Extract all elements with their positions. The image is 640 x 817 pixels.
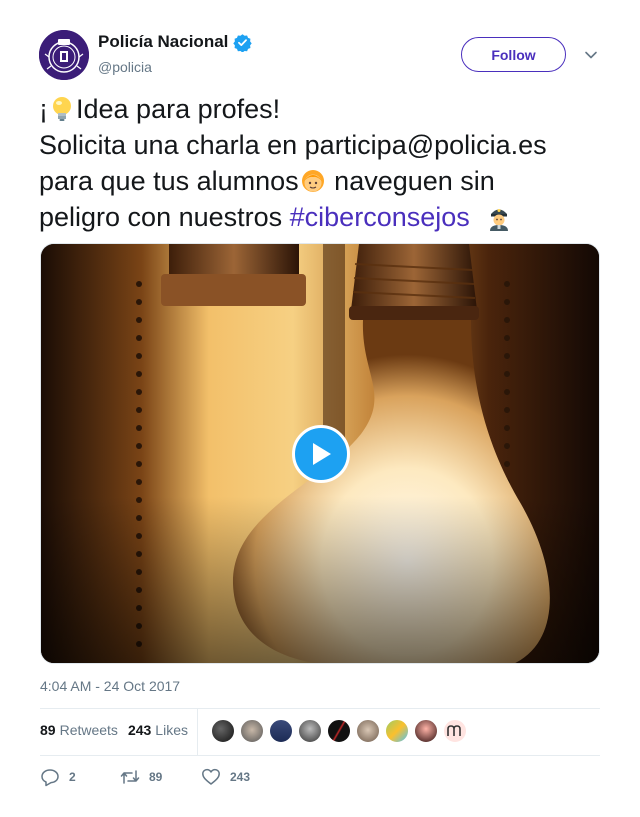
display-name[interactable]: Policía Nacional xyxy=(98,32,228,52)
reply-count: 2 xyxy=(69,770,76,784)
retweet-icon xyxy=(120,770,140,784)
liker-avatar[interactable] xyxy=(327,719,351,743)
retweets-label: Retweets xyxy=(59,722,118,738)
child-emoji-icon xyxy=(301,170,324,192)
video-player[interactable] xyxy=(40,243,600,664)
reply-icon xyxy=(41,769,59,787)
tweet-line-2: Solicita una charla en participa@policia… xyxy=(39,130,547,160)
follow-button[interactable]: Follow xyxy=(461,37,566,72)
police-officer-emoji-icon xyxy=(489,209,508,231)
liker-logo-m-icon xyxy=(447,725,461,736)
account-handle[interactable]: @policia xyxy=(98,59,152,75)
liker-avatar[interactable] xyxy=(443,719,467,743)
retweets-stat[interactable]: 89 Retweets xyxy=(40,722,118,738)
liker-avatar[interactable] xyxy=(269,719,293,743)
like-count: 243 xyxy=(230,770,251,784)
tweet-actions: 2 89 243 xyxy=(40,766,250,788)
account-name-row[interactable]: Policía Nacional xyxy=(98,32,253,52)
liker-avatar[interactable] xyxy=(385,719,409,743)
verified-badge-icon xyxy=(233,33,253,52)
stats-separator xyxy=(197,709,198,755)
chevron-down-icon[interactable] xyxy=(583,47,599,63)
tweet-line-3: para que tus alumnos naveguen sin xyxy=(39,163,599,199)
likes-stat[interactable]: 243 Likes xyxy=(128,722,188,738)
hashtag-link[interactable]: #ciberconsejos xyxy=(290,202,470,232)
tweet-line-4: peligro con nuestros #ciberconsejos xyxy=(39,199,599,235)
likes-count: 243 xyxy=(127,722,152,738)
retweets-count: 89 xyxy=(40,722,56,738)
play-button[interactable] xyxy=(292,425,350,483)
play-icon xyxy=(313,443,331,465)
likers-avatar-list xyxy=(211,719,472,743)
tweet-inverted-exclamation: ¡ xyxy=(39,94,48,124)
like-button[interactable]: 243 xyxy=(201,767,250,787)
liker-avatar[interactable] xyxy=(211,719,235,743)
heart-icon xyxy=(202,768,220,785)
divider-bottom xyxy=(40,755,600,756)
tweet-timestamp[interactable]: 4:04 AM - 24 Oct 2017 xyxy=(40,678,180,694)
tweet-stats: 89 Retweets 243 Likes xyxy=(40,722,188,738)
liker-avatar[interactable] xyxy=(240,719,264,743)
light-bulb-emoji-icon xyxy=(53,97,71,121)
likes-label: Likes xyxy=(155,722,188,738)
tweet-line-4-a: peligro con nuestros xyxy=(39,202,290,232)
retweet-button[interactable]: 89 xyxy=(120,767,201,787)
tweet-line-3-a: para que tus alumnos xyxy=(39,166,299,196)
liker-avatar[interactable] xyxy=(414,719,438,743)
liker-avatar[interactable] xyxy=(356,719,380,743)
police-badge-icon xyxy=(39,30,89,80)
divider-top xyxy=(40,708,600,709)
tweet-text: ¡ Idea para profes! Solicita una charla … xyxy=(39,91,599,235)
tweet-line-1-text: Idea para profes! xyxy=(76,94,281,124)
liker-avatar[interactable] xyxy=(298,719,322,743)
tweet-line-3-b: naveguen sin xyxy=(326,166,495,196)
tweet-line-1: ¡ Idea para profes! xyxy=(39,91,599,127)
retweet-count: 89 xyxy=(149,770,163,784)
account-avatar[interactable] xyxy=(39,30,89,80)
reply-button[interactable]: 2 xyxy=(40,767,120,787)
